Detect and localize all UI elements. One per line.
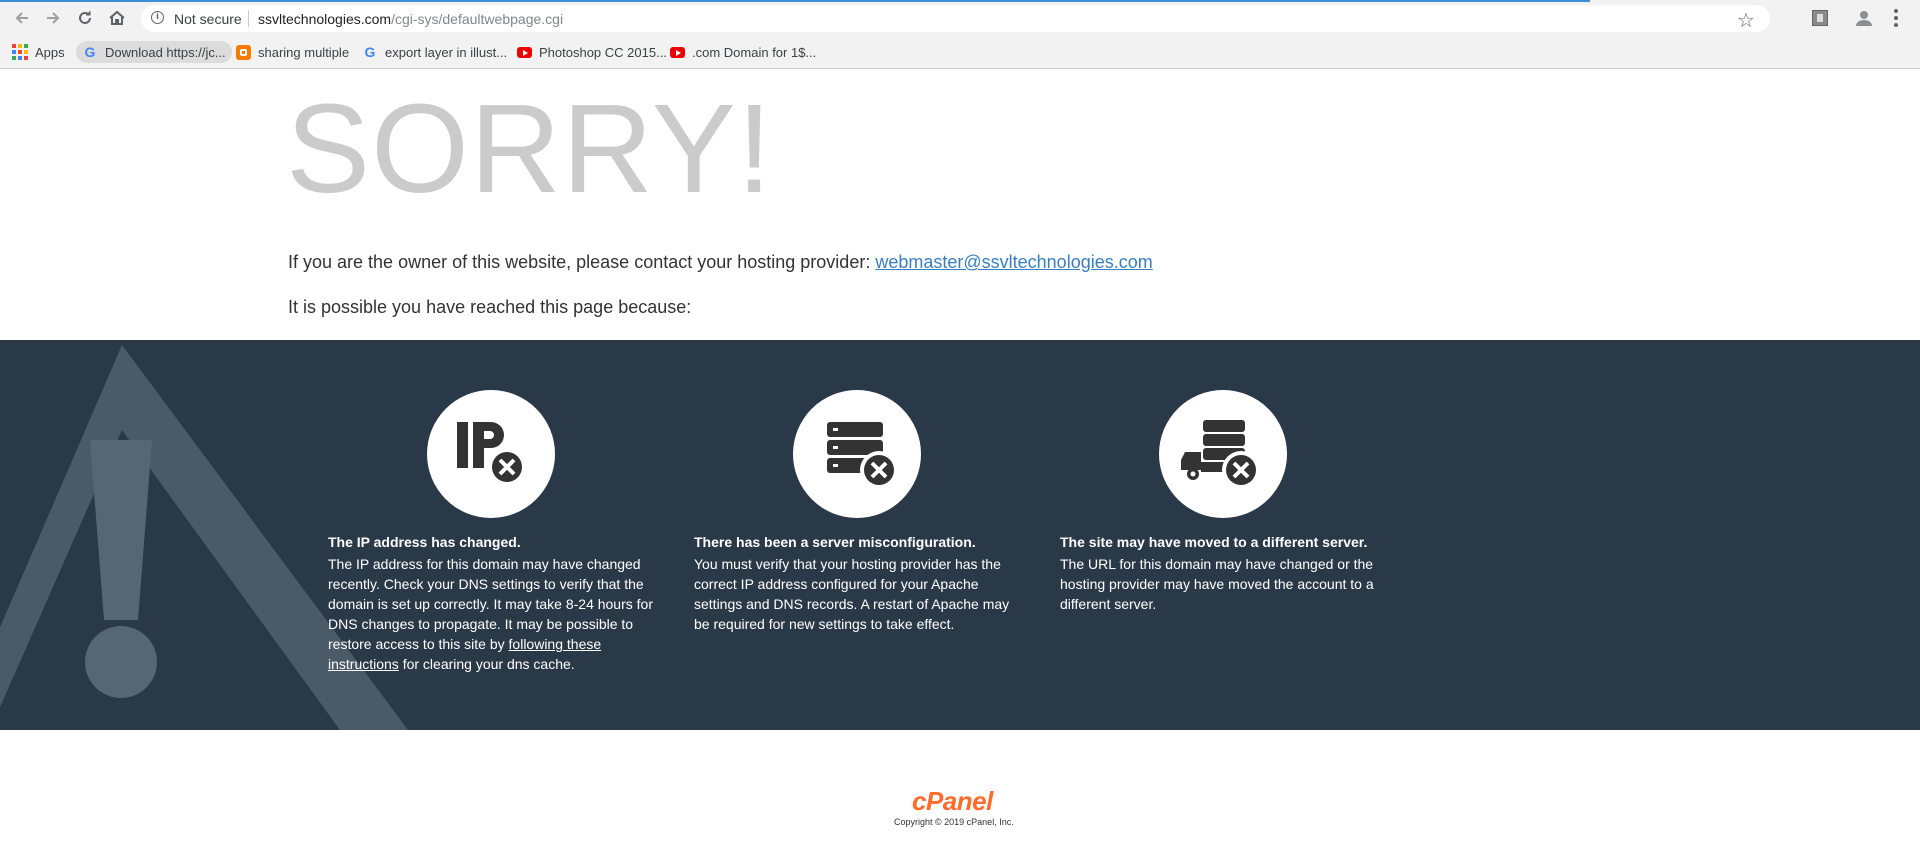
bookmark-label: .com Domain for 1$... [692,44,817,60]
reason-body-text: The IP address for this domain may have … [328,556,653,652]
reason-title: The IP address has changed. [328,534,521,550]
info-icon[interactable]: i [151,11,164,24]
bookmark-label: Photoshop CC 2015... [539,44,667,60]
server-error-icon [793,390,921,518]
youtube-icon [516,44,532,60]
bookmark-label: Apps [35,44,65,60]
address-bar[interactable]: i Not secure ssvltechnologies.com/cgi-sy… [141,5,1770,32]
contact-email-link[interactable]: webmaster@ssvltechnologies.com [875,252,1152,272]
url-text[interactable]: ssvltechnologies.com/cgi-sys/defaultwebp… [258,11,563,27]
bookmark-export-layer[interactable]: G export layer in illust... [362,41,508,63]
reason-title: The site may have moved to a different s… [1060,534,1368,550]
google-icon: G [84,44,96,60]
bookmark-label: export layer in illust... [385,44,508,60]
home-icon [109,10,125,25]
server-moved-icon [1159,390,1287,518]
youtube-icon [669,44,685,60]
reload-button[interactable] [74,7,96,29]
url-path: /cgi-sys/defaultwebpage.cgi [391,11,564,27]
url-domain: ssvltechnologies.com [258,11,392,27]
extension-icon[interactable] [1812,10,1828,26]
reason-title: There has been a server misconfiguration… [694,534,976,550]
cpanel-logo[interactable]: cPanel [912,786,993,817]
reason-body: The IP address for this domain may have … [328,554,658,674]
reason-body: The URL for this domain may have changed… [1060,556,1374,612]
bookmark-star-icon[interactable]: ☆ [1737,8,1755,33]
back-button[interactable] [11,7,33,29]
reason-intro: It is possible you have reached this pag… [288,297,692,317]
bookmarks-bar: Apps G Download https://jc... sharing mu… [0,36,1920,69]
reason-body-tail: for clearing your dns cache. [402,656,575,672]
owner-message: If you are the owner of this website, pl… [288,252,1153,273]
bookmark-label: Download https://jc... [105,44,226,60]
google-icon: G [364,44,376,60]
apps-grid-icon [12,44,28,60]
browser-toolbar: i Not secure ssvltechnologies.com/cgi-sy… [0,0,1920,36]
back-arrow-icon [15,12,28,24]
profile-icon[interactable] [1855,9,1873,27]
bookmark-apps[interactable]: Apps [12,41,65,63]
bookmark-download[interactable]: G Download https://jc... [76,41,232,63]
security-label[interactable]: Not secure [174,11,242,27]
home-button[interactable] [106,7,128,29]
forward-button[interactable] [42,7,64,29]
owner-text: If you are the owner of this website, pl… [288,252,871,272]
ip-error-icon [427,390,555,518]
menu-icon[interactable] [1894,9,1898,27]
page-title: SORRY! [286,78,773,219]
bookmark-sharing-multiple[interactable]: sharing multiple [235,41,349,63]
bookmark-label: sharing multiple [258,44,350,60]
loading-bar [0,0,1590,2]
reasons-panel: The IP address has changed. The IP addre… [0,340,1920,730]
copyright-text: Copyright © 2019 cPanel, Inc. [894,817,1014,827]
reason-body: You must verify that your hosting provid… [694,556,1010,632]
address-separator [248,10,249,27]
bookmark-com-domain[interactable]: .com Domain for 1$... [669,41,816,63]
reload-icon [79,11,91,24]
blogger-icon [235,44,251,60]
forward-arrow-icon [47,12,60,24]
bookmark-photoshop[interactable]: Photoshop CC 2015... [516,41,667,63]
